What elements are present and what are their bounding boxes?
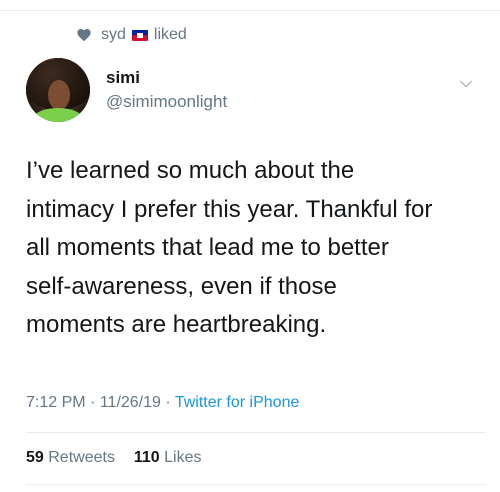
author-handle[interactable]: @simimoonlight [106, 92, 227, 112]
tweet-text-line: moments are heartbreaking. [26, 311, 327, 338]
tweet-source-link[interactable]: Twitter for iPhone [175, 394, 300, 411]
top-divider [0, 10, 500, 11]
stats-top-divider [26, 432, 486, 433]
retweets-count: 59 [26, 449, 44, 466]
tweet-text-line: intimacy I prefer this year. Thankful fo… [26, 195, 433, 223]
tweet-meta: 7:12 PM · 11/26/19 · Twitter for iPhone [26, 394, 299, 412]
tweet-text: I’ve learned so much about the intimacy … [26, 152, 486, 345]
avatar[interactable] [26, 58, 90, 122]
tweet-text-line: I’ve learned so much about the [26, 157, 355, 184]
meta-separator: · [165, 394, 171, 411]
heart-icon [77, 29, 91, 42]
stats-bottom-divider [26, 484, 486, 485]
meta-separator: · [90, 394, 96, 411]
retweets-stat[interactable]: 59 Retweets [26, 449, 119, 466]
likes-stat[interactable]: 110 Likes [134, 449, 202, 466]
tweet-date[interactable]: 11/26/19 [100, 394, 161, 411]
haiti-flag-icon [131, 29, 148, 41]
author-display-name[interactable]: simi [106, 68, 140, 88]
tweet-stats: 59 Retweets 110 Likes [26, 449, 201, 467]
tweet-text-line: all moments that lead me to better [26, 234, 389, 261]
tweet-text-line: self-awareness, even if those [26, 272, 337, 300]
social-context-name[interactable]: syd [101, 26, 126, 44]
likes-count: 110 [133, 449, 160, 466]
tweet-time[interactable]: 7:12 PM [26, 394, 86, 411]
retweets-label: Retweets [48, 449, 115, 466]
social-context[interactable]: syd liked [76, 24, 187, 46]
social-context-action: liked [153, 26, 187, 43]
likes-label: Likes [164, 449, 202, 466]
chevron-down-icon[interactable] [458, 76, 474, 92]
